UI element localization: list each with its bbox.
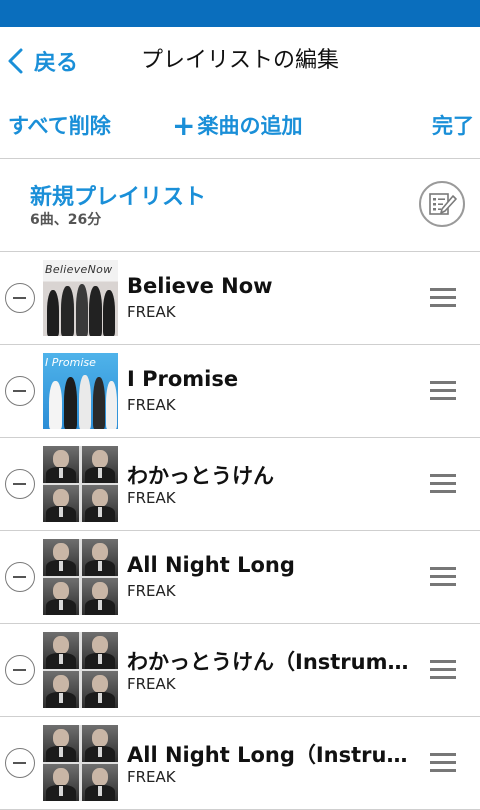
track-row[interactable]: All Night Long（Instrument… FREAK xyxy=(0,717,480,810)
drag-handle-icon[interactable] xyxy=(430,288,456,308)
delete-all-button[interactable]: すべて削除 xyxy=(8,106,111,146)
track-row[interactable]: All Night Long FREAK xyxy=(0,531,480,624)
track-title: All Night Long xyxy=(127,553,295,577)
drag-handle-icon[interactable] xyxy=(430,660,456,680)
edit-toolbar: すべて削除 + 楽曲の追加 完了 xyxy=(0,94,480,159)
track-row[interactable]: わかっとうけん（Instrume… FREAK xyxy=(0,624,480,717)
album-art xyxy=(43,539,118,615)
plus-icon: + xyxy=(172,109,196,142)
track-artist: FREAK xyxy=(127,489,176,507)
edit-list-icon xyxy=(429,193,457,215)
album-art xyxy=(43,446,118,522)
track-row[interactable]: わかっとうけん FREAK xyxy=(0,438,480,531)
track-row[interactable]: BelieveNow Believe Now FREAK xyxy=(0,252,480,345)
track-title: わかっとうけん（Instrume… xyxy=(127,650,412,674)
add-songs-button[interactable]: + 楽曲の追加 xyxy=(172,106,302,146)
drag-handle-icon[interactable] xyxy=(430,567,456,587)
album-art xyxy=(43,632,118,708)
remove-track-icon[interactable] xyxy=(5,562,35,592)
playlist-info: 6曲、26分 xyxy=(30,212,102,228)
remove-track-icon[interactable] xyxy=(5,655,35,685)
add-songs-label: 楽曲の追加 xyxy=(197,114,303,138)
drag-handle-icon[interactable] xyxy=(430,753,456,773)
status-bar xyxy=(0,0,480,27)
done-button[interactable]: 完了 xyxy=(432,106,474,146)
edit-playlist-button[interactable] xyxy=(419,181,465,227)
track-row[interactable]: I Promise I Promise FREAK xyxy=(0,345,480,438)
album-art xyxy=(43,725,118,801)
album-art-text: BelieveNow xyxy=(45,263,113,276)
remove-track-icon[interactable] xyxy=(5,748,35,778)
track-title: All Night Long（Instrument… xyxy=(127,743,412,767)
drag-handle-icon[interactable] xyxy=(430,381,456,401)
track-artist: FREAK xyxy=(127,675,176,693)
remove-track-icon[interactable] xyxy=(5,376,35,406)
remove-track-icon[interactable] xyxy=(5,469,35,499)
drag-handle-icon[interactable] xyxy=(430,474,456,494)
album-art: I Promise xyxy=(43,353,118,429)
track-artist: FREAK xyxy=(127,303,176,321)
playlist-header: 新規プレイリスト 6曲、26分 xyxy=(0,159,480,252)
track-artist: FREAK xyxy=(127,396,176,414)
track-artist: FREAK xyxy=(127,582,176,600)
remove-track-icon[interactable] xyxy=(5,283,35,313)
track-title: Believe Now xyxy=(127,274,273,298)
album-art: BelieveNow xyxy=(43,260,118,336)
album-art-text: I Promise xyxy=(45,356,96,369)
header: 戻る プレイリストの編集 xyxy=(0,27,480,94)
playlist-name[interactable]: 新規プレイリスト xyxy=(30,179,206,211)
track-title: I Promise xyxy=(127,367,239,391)
track-artist: FREAK xyxy=(127,768,176,786)
track-title: わかっとうけん xyxy=(127,464,274,488)
page-title: プレイリストの編集 xyxy=(140,48,339,73)
track-list: BelieveNow Believe Now FREAK I Promise I… xyxy=(0,252,480,810)
